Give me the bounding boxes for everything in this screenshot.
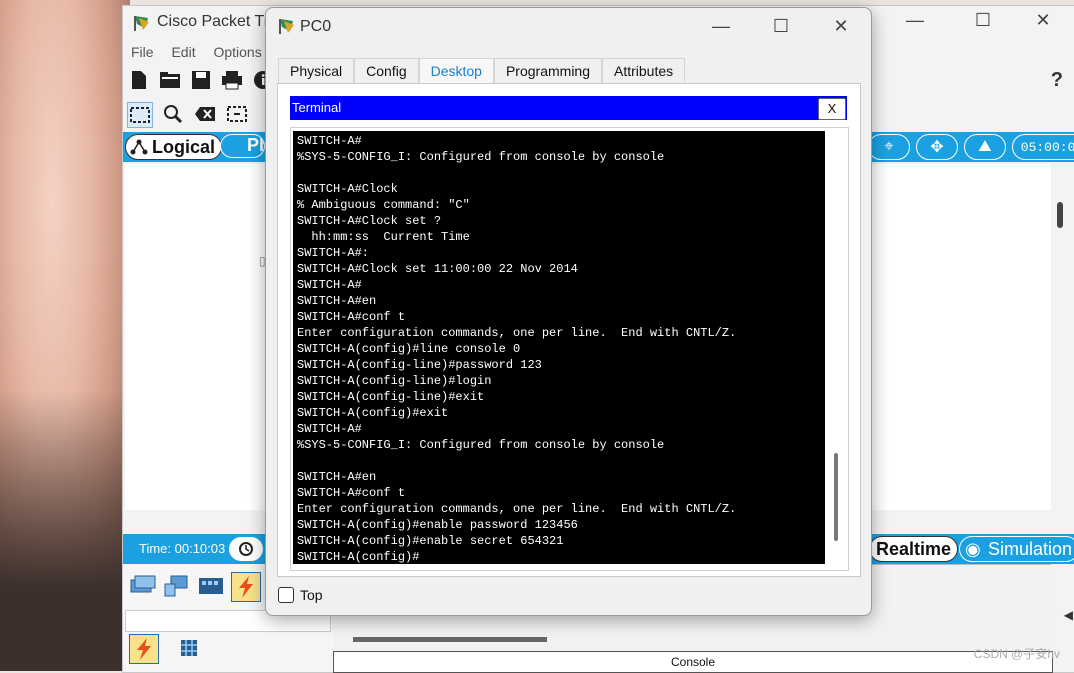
- pc0-close-button[interactable]: ✕: [826, 16, 856, 37]
- terminal-title-bar: Terminal: [290, 96, 847, 120]
- background-image-icon[interactable]: ⛰: [964, 134, 1006, 160]
- grid-icon[interactable]: [175, 634, 203, 662]
- time-of-day[interactable]: 05:00:00: [1012, 134, 1074, 160]
- delete-icon[interactable]: [193, 102, 217, 126]
- terminal-line: SWITCH-A(config)#enable password 123456: [297, 518, 578, 532]
- terminal-scrollbar[interactable]: [834, 453, 838, 541]
- new-file-icon[interactable]: [127, 68, 151, 92]
- inspect-magnifier-icon[interactable]: [161, 102, 185, 126]
- terminal-line: hh:mm:ss Current Time: [297, 230, 470, 244]
- device-subtypes: [129, 634, 203, 664]
- workspace-scrollbar[interactable]: [1057, 202, 1063, 228]
- menu-file[interactable]: File: [131, 44, 154, 60]
- main-maximize-button[interactable]: ☐: [963, 10, 1003, 31]
- reset-clock-icon[interactable]: [229, 537, 263, 561]
- terminal-line: SWITCH-A#: [297, 422, 362, 436]
- simulation-stopwatch-icon: ◉: [965, 539, 981, 559]
- terminal-line: SWITCH-A#: [297, 134, 362, 148]
- realtime-mode-button[interactable]: Realtime: [869, 536, 959, 562]
- edit-toolbar: [127, 102, 249, 128]
- top-option: Top: [278, 587, 323, 603]
- pc0-minimize-button[interactable]: —: [706, 16, 736, 37]
- main-minimize-button[interactable]: —: [895, 10, 935, 31]
- end-devices-icon[interactable]: [163, 572, 191, 600]
- terminal-line: SWITCH-A#Clock: [297, 182, 398, 196]
- terminal-line: SWITCH-A#conf t: [297, 310, 406, 324]
- auto-connection-icon[interactable]: [129, 634, 159, 664]
- viewport-icon[interactable]: ⌖: [868, 134, 910, 160]
- scroll-left-arrow-icon[interactable]: ◀: [1064, 608, 1073, 622]
- terminal-line: SWITCH-A#Clock set 11:00:00 22 Nov 2014: [297, 262, 578, 276]
- elapsed-time: Time: 00:10:03: [139, 541, 226, 556]
- background-photo: [0, 0, 130, 671]
- move-object-icon[interactable]: ✥: [916, 134, 958, 160]
- terminal-line: SWITCH-A#Clock set ?: [297, 214, 442, 228]
- console-tab[interactable]: Console: [333, 651, 1053, 673]
- terminal-line: SWITCH-A#:: [297, 246, 370, 260]
- physical-view-button[interactable]: Ph: [220, 134, 265, 158]
- terminal-line: % Ambiguous command: "C": [297, 198, 470, 212]
- main-window-title: Cisco Packet Tr: [157, 13, 270, 30]
- view-tools: ⌖ ✥ ⛰ 05:00:00: [868, 134, 1074, 160]
- physical-label: Ph: [247, 135, 264, 155]
- terminal-line: SWITCH-A(config-line)#password 123: [297, 358, 542, 372]
- open-folder-icon[interactable]: [158, 68, 182, 92]
- main-toolbar: [127, 68, 275, 92]
- terminal-line: SWITCH-A(config)#enable secret 654321: [297, 534, 564, 548]
- pc0-maximize-button[interactable]: ☐: [766, 16, 796, 37]
- terminal-line: SWITCH-A(config-line)#login: [297, 374, 492, 388]
- menu-options[interactable]: Options: [213, 44, 261, 60]
- select-tool-icon[interactable]: [127, 102, 153, 128]
- logical-topology-icon: [130, 139, 148, 155]
- terminal-line: SWITCH-A#en: [297, 294, 377, 308]
- terminal-line: SWITCH-A#: [297, 278, 362, 292]
- simulation-label: Simulation: [988, 538, 1073, 559]
- terminal-line: SWITCH-A#conf t: [297, 486, 406, 500]
- help-button[interactable]: ?: [1051, 69, 1063, 92]
- resize-tool-icon[interactable]: [225, 102, 249, 126]
- terminal-line: %SYS-5-CONFIG_I: Configured from console…: [297, 150, 665, 164]
- pc0-window-title: PC0: [300, 18, 332, 35]
- terminal-close-button[interactable]: X: [818, 98, 846, 120]
- simulation-mode-button[interactable]: ◉ Simulation: [959, 536, 1074, 562]
- watermark: CSDN @子安hv: [973, 647, 1060, 661]
- main-close-button[interactable]: ✕: [1023, 10, 1063, 31]
- top-checkbox[interactable]: [278, 587, 294, 603]
- desktop-tab-panel: Terminal X SWITCH-A# %SYS-5-CONFIG_I: Con…: [277, 83, 861, 577]
- event-list-scrollbar[interactable]: [353, 637, 547, 642]
- components-icon[interactable]: [197, 572, 225, 600]
- terminal-line: SWITCH-A(config-line)#exit: [297, 390, 485, 404]
- terminal-output[interactable]: SWITCH-A# %SYS-5-CONFIG_I: Configured fro…: [293, 131, 825, 564]
- save-icon[interactable]: [189, 68, 213, 92]
- pc0-logo-icon: [279, 19, 294, 34]
- terminal-line: Enter configuration commands, one per li…: [297, 502, 737, 516]
- network-devices-icon[interactable]: [129, 572, 157, 600]
- top-checkbox-label: Top: [300, 587, 323, 603]
- logical-label: Logical: [152, 136, 216, 157]
- terminal-line: Enter configuration commands, one per li…: [297, 326, 737, 340]
- device-categories: [129, 572, 261, 602]
- pc0-window: PC0 — ☐ ✕ Physical Config Desktop Progra…: [265, 7, 872, 616]
- menu-bar: File Edit Options: [131, 44, 276, 60]
- print-icon[interactable]: [220, 68, 244, 92]
- connections-lightning-icon[interactable]: [231, 572, 261, 602]
- terminal-line: SWITCH-A#en: [297, 470, 377, 484]
- logical-view-button[interactable]: Logical: [125, 134, 223, 160]
- terminal-line: SWITCH-A(config)#: [297, 550, 420, 564]
- terminal-line: SWITCH-A(config)#exit: [297, 406, 449, 420]
- background-shade: [0, 390, 130, 671]
- terminal-line: SWITCH-A(config)#line console 0: [297, 342, 521, 356]
- packet-tracer-logo-icon: [134, 16, 149, 31]
- terminal-line: %SYS-5-CONFIG_I: Configured from console…: [297, 438, 665, 452]
- terminal-frame: SWITCH-A# %SYS-5-CONFIG_I: Configured fro…: [290, 127, 849, 571]
- menu-edit[interactable]: Edit: [171, 44, 195, 60]
